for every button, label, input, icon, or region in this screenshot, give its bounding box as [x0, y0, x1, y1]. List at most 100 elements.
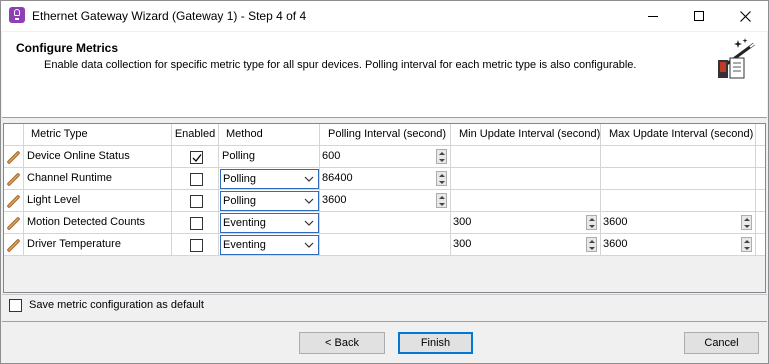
min-update-interval-spinner[interactable]: 300	[451, 212, 600, 233]
spinner-arrows[interactable]	[586, 237, 597, 252]
wrench-icon	[7, 239, 20, 252]
minimize-button[interactable]	[630, 1, 676, 31]
enabled-checkbox[interactable]	[190, 195, 203, 208]
table-row: Driver Temperature Eventing 300 3600	[4, 234, 765, 256]
metric-type-cell: Driver Temperature	[24, 234, 172, 256]
max-update-interval-cell	[601, 190, 756, 212]
column-header-metric-type[interactable]: Metric Type	[24, 124, 172, 146]
polling-interval-value: 600	[322, 150, 341, 162]
spin-down-icon	[589, 247, 595, 250]
method-cell: Polling	[219, 190, 320, 212]
method-select[interactable]: Eventing	[220, 213, 319, 233]
close-icon	[739, 10, 751, 22]
row-header-corner	[4, 124, 24, 146]
cancel-button[interactable]: Cancel	[684, 332, 759, 354]
enabled-cell	[172, 146, 219, 168]
min-update-interval-value: 300	[453, 216, 472, 228]
back-button[interactable]: < Back	[299, 332, 385, 354]
min-update-interval-cell: 300	[451, 212, 601, 234]
column-header-filler	[756, 124, 765, 146]
spin-down-icon	[439, 159, 445, 162]
method-cell: Polling	[219, 168, 320, 190]
wrench-icon	[7, 217, 20, 230]
chevron-down-icon	[304, 176, 314, 182]
method-value: Eventing	[223, 239, 266, 251]
enabled-checkbox[interactable]	[190, 151, 203, 164]
spinner-arrows[interactable]	[436, 171, 447, 186]
max-update-interval-value: 3600	[603, 238, 628, 250]
method-value: Polling	[223, 173, 257, 185]
column-header-method[interactable]: Method	[219, 124, 320, 146]
method-select[interactable]: Polling	[220, 147, 319, 167]
method-select[interactable]: Polling	[220, 169, 319, 189]
row-filler	[756, 212, 765, 234]
wrench-icon	[7, 195, 20, 208]
method-select[interactable]: Polling	[220, 191, 319, 211]
row-header[interactable]	[4, 190, 24, 212]
method-select[interactable]: Eventing	[220, 235, 319, 255]
row-header[interactable]	[4, 212, 24, 234]
metric-type-cell: Motion Detected Counts	[24, 212, 172, 234]
save-default-checkbox[interactable]	[9, 299, 22, 312]
save-default-label[interactable]: Save metric configuration as default	[29, 299, 204, 311]
min-update-interval-spinner[interactable]: 300	[451, 234, 600, 255]
metric-type-cell: Device Online Status	[24, 146, 172, 168]
enabled-checkbox[interactable]	[190, 239, 203, 252]
row-header[interactable]	[4, 168, 24, 190]
polling-interval-spinner[interactable]: 86400	[320, 168, 450, 189]
spinner-arrows[interactable]	[436, 193, 447, 208]
max-update-interval-spinner[interactable]: 3600	[601, 212, 755, 233]
enabled-checkbox[interactable]	[190, 217, 203, 230]
close-button[interactable]	[722, 1, 768, 31]
wrench-icon	[7, 173, 20, 186]
max-update-interval-spinner[interactable]: 3600	[601, 234, 755, 255]
wrench-icon	[7, 151, 20, 164]
polling-interval-value: 86400	[322, 172, 353, 184]
spin-up-icon	[439, 152, 445, 155]
polling-interval-spinner[interactable]: 3600	[320, 190, 450, 211]
window-title: Ethernet Gateway Wizard (Gateway 1) - St…	[32, 9, 307, 23]
polling-interval-cell	[320, 212, 451, 234]
spinner-arrows[interactable]	[436, 149, 447, 164]
maximize-button[interactable]	[676, 1, 722, 31]
finish-button[interactable]: Finish	[398, 332, 473, 354]
row-filler	[756, 234, 765, 256]
spin-down-icon	[439, 181, 445, 184]
enabled-checkbox[interactable]	[190, 173, 203, 186]
column-header-max-update-interval[interactable]: Max Update Interval (second)	[601, 124, 756, 146]
method-value: Eventing	[223, 217, 266, 229]
metrics-grid: Metric Type Enabled Method Polling Inter…	[3, 123, 766, 293]
max-update-interval-cell: 3600	[601, 234, 756, 256]
spin-up-icon	[744, 218, 750, 221]
column-header-polling-interval[interactable]: Polling Interval (second)	[320, 124, 451, 146]
row-header[interactable]	[4, 234, 24, 256]
enabled-cell	[172, 168, 219, 190]
header-divider	[2, 117, 767, 118]
method-value: Polling	[223, 195, 257, 207]
row-filler	[756, 146, 765, 168]
spin-up-icon	[439, 196, 445, 199]
max-update-interval-cell: 3600	[601, 212, 756, 234]
spin-up-icon	[589, 240, 595, 243]
min-update-interval-cell	[451, 146, 601, 168]
column-header-enabled[interactable]: Enabled	[172, 124, 219, 146]
page-description: Enable data collection for specific metr…	[44, 59, 637, 71]
row-header[interactable]	[4, 146, 24, 168]
spin-down-icon	[439, 203, 445, 206]
column-header-min-update-interval[interactable]: Min Update Interval (second)	[451, 124, 601, 146]
min-update-interval-cell	[451, 168, 601, 190]
header-panel: Configure Metrics Enable data collection…	[2, 32, 767, 117]
table-row: Channel Runtime Polling 86400	[4, 168, 765, 190]
spinner-arrows[interactable]	[741, 215, 752, 230]
row-filler	[756, 190, 765, 212]
min-update-interval-cell	[451, 190, 601, 212]
table-row: Device Online Status Polling 600	[4, 146, 765, 168]
metrics-grid-body: Metric Type Enabled Method Polling Inter…	[4, 124, 765, 256]
max-update-interval-cell	[601, 168, 756, 190]
spinner-arrows[interactable]	[586, 215, 597, 230]
max-update-interval-value: 3600	[603, 216, 628, 228]
enabled-cell	[172, 234, 219, 256]
page-title: Configure Metrics	[16, 41, 119, 55]
spinner-arrows[interactable]	[741, 237, 752, 252]
polling-interval-spinner[interactable]: 600	[320, 146, 450, 167]
